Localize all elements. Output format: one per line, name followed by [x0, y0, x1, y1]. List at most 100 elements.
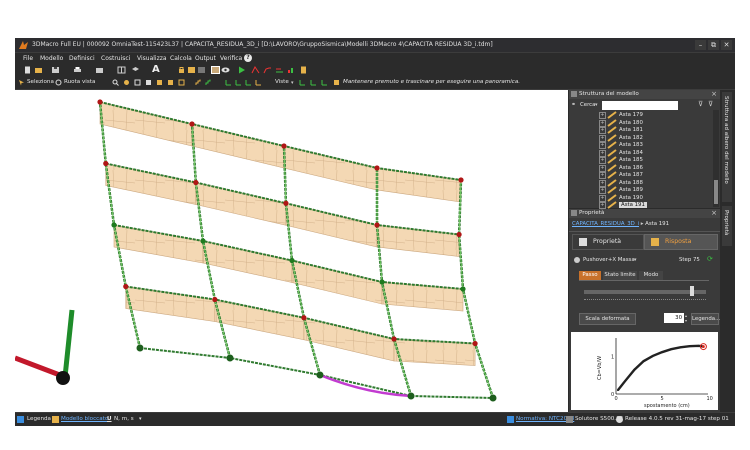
frame-node[interactable] [193, 179, 199, 186]
step-slider[interactable] [584, 290, 706, 294]
frame-node[interactable] [103, 160, 109, 167]
units-chevron-icon[interactable]: ▾ [139, 416, 142, 422]
side-view-icon[interactable] [167, 79, 174, 86]
wall-panel[interactable] [125, 286, 216, 322]
axis-z-icon[interactable] [245, 79, 252, 86]
wall-panel[interactable] [376, 224, 460, 257]
refresh-icon[interactable]: ⟳ [707, 255, 713, 263]
structure-model[interactable] [15, 90, 568, 412]
filter-icon[interactable]: ⊽ [698, 100, 703, 108]
pushover-icon[interactable] [263, 66, 272, 74]
tree-scrollbar[interactable] [713, 110, 719, 207]
minimize-button[interactable]: – [695, 40, 706, 50]
units-selector[interactable]: N, m, s [114, 416, 134, 422]
frame-node[interactable] [281, 143, 287, 149]
legend-button[interactable]: Legenda... [691, 313, 720, 325]
close-icon[interactable]: × [711, 90, 717, 98]
wall-panel[interactable] [113, 224, 204, 264]
view-3d-icon[interactable] [211, 66, 220, 74]
stairs-view-icon[interactable] [195, 79, 202, 86]
wall-panel[interactable] [202, 240, 293, 283]
subtab-passo[interactable]: Passo [579, 271, 601, 280]
frame-node[interactable] [379, 279, 385, 285]
legend-icon[interactable] [17, 416, 24, 423]
wall-panel[interactable] [214, 299, 305, 341]
rotate-icon[interactable] [55, 79, 62, 86]
search-input[interactable] [602, 101, 678, 110]
filter-clear-icon[interactable]: ⊽ [708, 100, 713, 108]
frame-node[interactable] [407, 392, 415, 400]
lock-icon[interactable] [177, 66, 186, 74]
frame-node[interactable] [472, 340, 478, 347]
select-button[interactable]: Seleziona [27, 79, 54, 85]
front-view-icon[interactable] [156, 79, 163, 86]
zoom-extents-icon[interactable] [134, 79, 141, 86]
menu-verifica[interactable]: Verifica [220, 55, 242, 62]
frame-node[interactable] [111, 222, 117, 228]
model-locked-link[interactable]: Modello bloccato [61, 416, 108, 422]
frame-node[interactable] [283, 200, 289, 206]
breadcrumb-model-link[interactable]: CAPACITA_RESIDUA_3D_i [572, 221, 639, 227]
side-tab-tree[interactable]: Struttura ad albero del modello [722, 92, 732, 202]
frame-node[interactable] [226, 354, 234, 362]
curve-icon[interactable] [275, 66, 284, 74]
close-icon[interactable]: × [711, 209, 717, 217]
frame-node[interactable] [316, 371, 324, 379]
chart-icon[interactable] [287, 66, 296, 74]
tool-icon[interactable] [187, 66, 196, 74]
frame-node[interactable] [136, 344, 144, 352]
iso-view-icon[interactable] [255, 79, 262, 86]
save-icon[interactable] [51, 66, 60, 74]
legend-toggle[interactable]: Legenda [27, 416, 51, 422]
render-mode-icon[interactable] [197, 66, 206, 74]
zoom-window-icon[interactable] [145, 79, 152, 86]
zoom-icon[interactable] [112, 79, 119, 86]
menu-file[interactable]: File [23, 55, 33, 62]
spinner-icon[interactable]: ▴ ▾ [685, 313, 687, 323]
wall-panel[interactable] [285, 202, 378, 248]
wall-panel[interactable] [191, 123, 285, 169]
frame-node[interactable] [200, 238, 206, 244]
frame-node[interactable] [97, 99, 103, 105]
subtab-modo[interactable]: Modo [639, 271, 663, 280]
axis-x-icon[interactable] [225, 79, 232, 86]
select-arrow-icon[interactable] [18, 79, 25, 86]
frame-node[interactable] [460, 286, 466, 292]
beam-member[interactable] [99, 101, 462, 181]
run-icon[interactable] [237, 66, 246, 74]
new-file-icon[interactable] [23, 66, 32, 74]
rotate-view-button[interactable]: Ruota vista [64, 79, 95, 85]
search-label[interactable]: Cerca [580, 102, 595, 108]
frame-node[interactable] [456, 231, 462, 238]
menu-definisci[interactable]: Definisci [69, 55, 95, 62]
subtab-stato-limite[interactable]: Stato limite [603, 271, 637, 280]
wall-panel[interactable] [99, 101, 193, 147]
open-folder-icon[interactable] [34, 66, 43, 74]
wall-panel[interactable] [105, 163, 197, 205]
views-dropdown[interactable]: Viste [275, 79, 289, 85]
frame-node[interactable] [301, 315, 307, 321]
wall-panel[interactable] [283, 145, 378, 191]
cube-view3-icon[interactable] [321, 79, 328, 86]
frame-node[interactable] [212, 296, 218, 303]
report-icon[interactable] [299, 66, 308, 74]
maximize-button[interactable]: ⧉ [708, 40, 719, 50]
frame-node[interactable] [489, 394, 497, 402]
frame-node[interactable] [458, 177, 464, 183]
tree-item[interactable]: + Asta 191 [599, 201, 714, 209]
pan-icon[interactable] [123, 79, 130, 86]
eye-icon[interactable] [221, 66, 230, 74]
wall-panel[interactable] [291, 260, 383, 305]
3d-viewport[interactable] [15, 90, 568, 412]
menu-modello[interactable]: Modello [40, 55, 63, 62]
frame-node[interactable] [391, 336, 397, 342]
text-tool-icon[interactable]: A [152, 64, 160, 75]
stairs-view2-icon[interactable] [205, 79, 212, 86]
deformed-scale-button[interactable]: Scala deformata [579, 313, 636, 325]
step-slider-thumb[interactable] [690, 286, 694, 296]
help-icon[interactable]: ? [244, 54, 252, 62]
tab-properties[interactable]: Proprietà [572, 234, 644, 250]
views-chevron-icon[interactable]: ▾ [291, 80, 294, 86]
frame-node[interactable] [289, 257, 295, 264]
tree-scroll-thumb[interactable] [714, 180, 718, 204]
